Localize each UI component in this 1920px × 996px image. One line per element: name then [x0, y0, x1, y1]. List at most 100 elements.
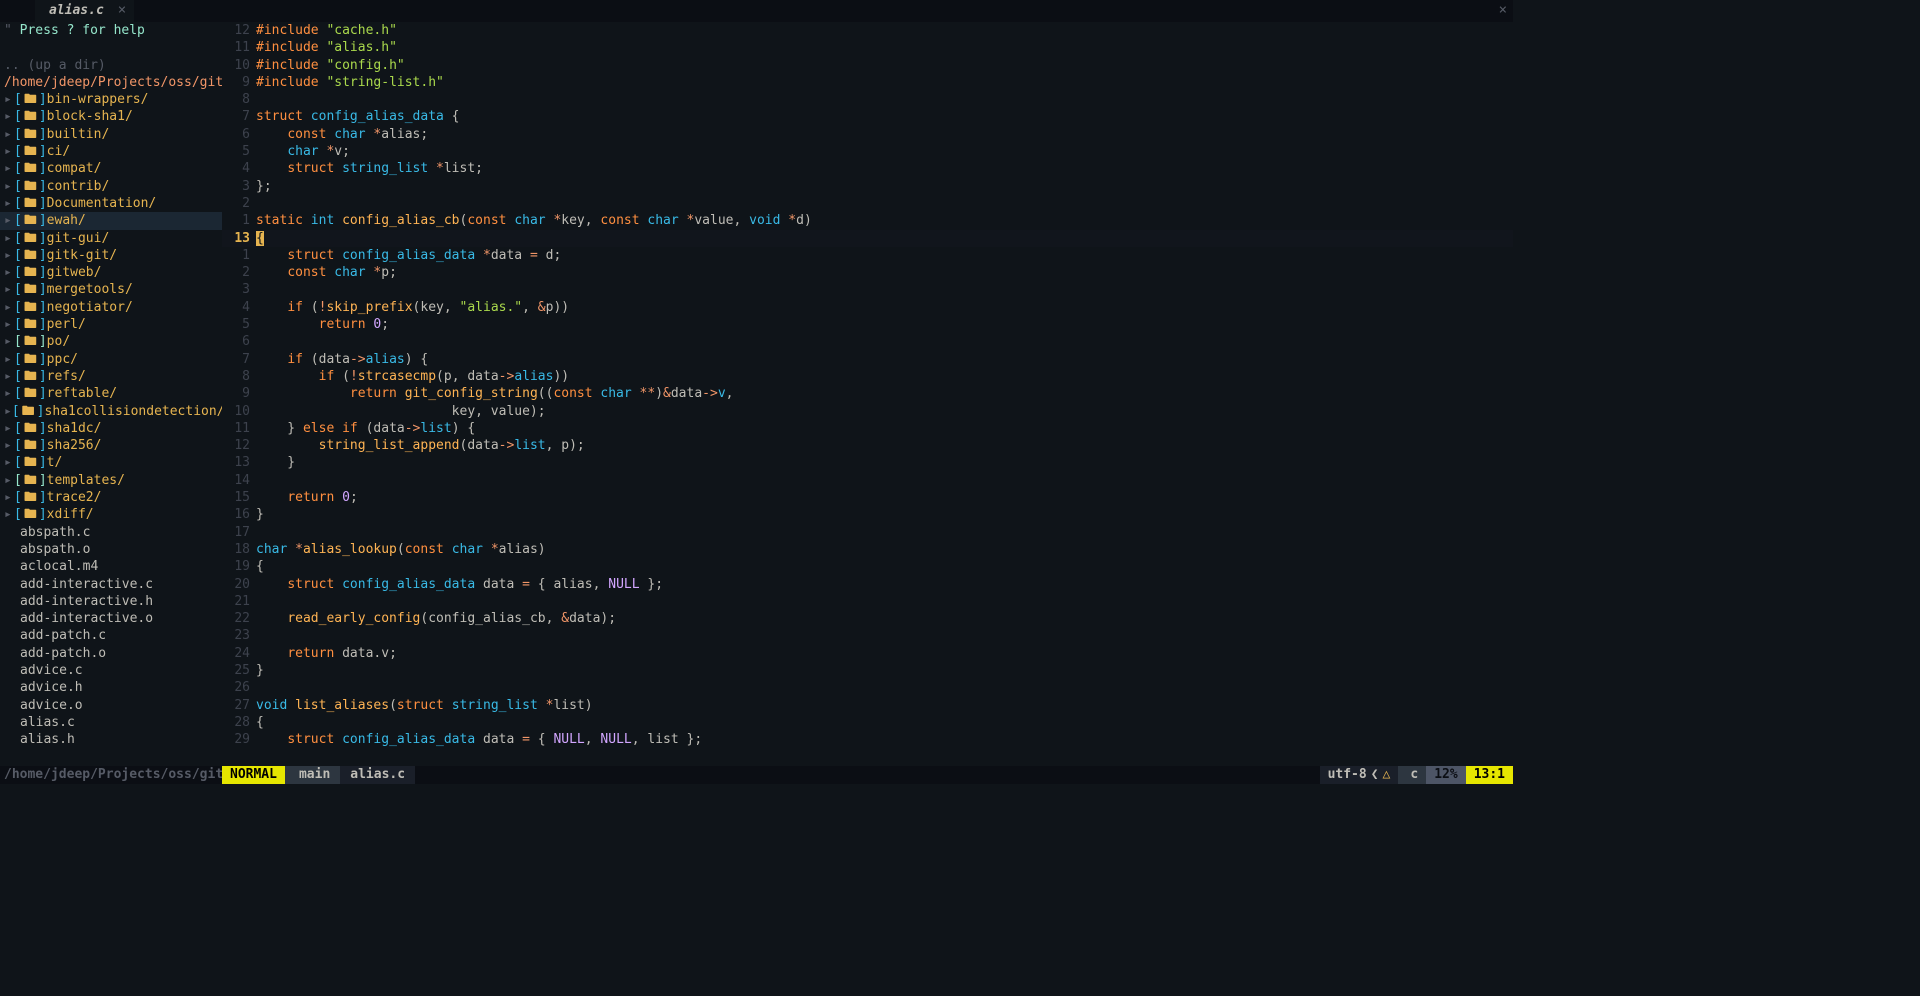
code-line[interactable]: 8	[222, 91, 1513, 108]
expand-arrow-icon[interactable]: ▸	[4, 143, 14, 160]
up-directory[interactable]: .. (up a dir)	[0, 57, 222, 74]
tab-current[interactable]: alias.c ×	[35, 0, 134, 22]
code-line[interactable]: 17	[222, 524, 1513, 541]
code-line[interactable]: 7 if (data->alias) {	[222, 351, 1513, 368]
tree-file[interactable]: add-interactive.c	[0, 576, 222, 593]
expand-arrow-icon[interactable]: ▸	[4, 351, 14, 368]
code-line[interactable]: 2	[222, 195, 1513, 212]
code-line[interactable]: 1static int config_alias_cb(const char *…	[222, 212, 1513, 229]
code-line[interactable]: 19{	[222, 558, 1513, 575]
expand-arrow-icon[interactable]: ▸	[4, 489, 14, 506]
code-line[interactable]: 9 return git_config_string((const char *…	[222, 385, 1513, 402]
window-close-icon[interactable]: ×	[1499, 2, 1507, 19]
tree-folder[interactable]: ▸ [ 🖿 ]compat/	[0, 160, 222, 177]
code-line[interactable]: 11#include "alias.h"	[222, 39, 1513, 56]
code-line[interactable]: 13 }	[222, 454, 1513, 471]
tree-folder[interactable]: ▸ [ 🖿 ]gitk-git/	[0, 247, 222, 264]
code-line[interactable]: 28{	[222, 714, 1513, 731]
tree-folder[interactable]: ▸ [ 🖿 ]Documentation/	[0, 195, 222, 212]
tree-folder[interactable]: ▸ [ 🖿 ]gitweb/	[0, 264, 222, 281]
tree-folder[interactable]: ▸ [ 🖿 ]trace2/	[0, 489, 222, 506]
tree-folder[interactable]: ▸ [ 🖿 ]xdiff/	[0, 506, 222, 523]
code-line[interactable]: 25}	[222, 662, 1513, 679]
expand-arrow-icon[interactable]: ▸	[4, 178, 14, 195]
code-line[interactable]: 11 } else if (data->list) {	[222, 420, 1513, 437]
code-editor[interactable]: 12#include "cache.h"11#include "alias.h"…	[222, 22, 1513, 766]
code-line[interactable]: 15 return 0;	[222, 489, 1513, 506]
tree-folder[interactable]: ▸ [ 🖿 ]bin-wrappers/	[0, 91, 222, 108]
code-line[interactable]: 20 struct config_alias_data data = { ali…	[222, 576, 1513, 593]
tree-folder[interactable]: ▸ [ 🖿 ]sha1dc/	[0, 420, 222, 437]
code-line[interactable]: 6	[222, 333, 1513, 350]
code-line[interactable]: 14	[222, 472, 1513, 489]
code-line[interactable]: 8 if (!strcasecmp(p, data->alias))	[222, 368, 1513, 385]
code-line[interactable]: 29 struct config_alias_data data = { NUL…	[222, 731, 1513, 748]
tree-file[interactable]: advice.h	[0, 679, 222, 696]
expand-arrow-icon[interactable]: ▸	[4, 333, 14, 350]
tree-file[interactable]: add-patch.c	[0, 627, 222, 644]
expand-arrow-icon[interactable]: ▸	[4, 126, 14, 143]
tree-folder[interactable]: ▸ [ 🖿 ]block-sha1/	[0, 108, 222, 125]
code-line[interactable]: 4 if (!skip_prefix(key, "alias.", &p))	[222, 299, 1513, 316]
file-tree-sidebar[interactable]: " Press ? for help .. (up a dir) /home/j…	[0, 22, 222, 766]
tree-folder[interactable]: ▸ [ 🖿 ]refs/	[0, 368, 222, 385]
tree-file[interactable]: advice.c	[0, 662, 222, 679]
expand-arrow-icon[interactable]: ▸	[4, 472, 14, 489]
expand-arrow-icon[interactable]: ▸	[4, 212, 14, 229]
expand-arrow-icon[interactable]: ▸	[4, 247, 14, 264]
code-line[interactable]: 6 const char *alias;	[222, 126, 1513, 143]
code-line[interactable]: 9#include "string-list.h"	[222, 74, 1513, 91]
code-line[interactable]: 27void list_aliases(struct string_list *…	[222, 697, 1513, 714]
code-line[interactable]: 3	[222, 281, 1513, 298]
code-line[interactable]: 21	[222, 593, 1513, 610]
code-line[interactable]: 24 return data.v;	[222, 645, 1513, 662]
code-line[interactable]: 13{	[222, 230, 1513, 247]
expand-arrow-icon[interactable]: ▸	[4, 299, 14, 316]
expand-arrow-icon[interactable]: ▸	[4, 454, 14, 471]
code-line[interactable]: 12#include "cache.h"	[222, 22, 1513, 39]
tab-close-icon[interactable]: ×	[118, 2, 126, 19]
expand-arrow-icon[interactable]: ▸	[4, 403, 12, 420]
code-line[interactable]: 1 struct config_alias_data *data = d;	[222, 247, 1513, 264]
code-line[interactable]: 3};	[222, 178, 1513, 195]
expand-arrow-icon[interactable]: ▸	[4, 368, 14, 385]
code-line[interactable]: 16}	[222, 506, 1513, 523]
expand-arrow-icon[interactable]: ▸	[4, 195, 14, 212]
expand-arrow-icon[interactable]: ▸	[4, 91, 14, 108]
code-line[interactable]: 7struct config_alias_data {	[222, 108, 1513, 125]
expand-arrow-icon[interactable]: ▸	[4, 230, 14, 247]
code-line[interactable]: 5 char *v;	[222, 143, 1513, 160]
code-line[interactable]: 22 read_early_config(config_alias_cb, &d…	[222, 610, 1513, 627]
tree-folder[interactable]: ▸ [ 🖿 ]reftable/	[0, 385, 222, 402]
code-line[interactable]: 5 return 0;	[222, 316, 1513, 333]
tree-folder[interactable]: ▸ [ 🖿 ]ppc/	[0, 351, 222, 368]
tree-folder[interactable]: ▸ [ 🖿 ]ci/	[0, 143, 222, 160]
tree-folder[interactable]: ▸ [ 🖿 ]mergetools/	[0, 281, 222, 298]
tree-folder[interactable]: ▸ [ 🖿 ]sha1collisiondetection/	[0, 403, 222, 420]
tree-file[interactable]: abspath.o	[0, 541, 222, 558]
tree-folder[interactable]: ▸ [ 🖿 ]git-gui/	[0, 230, 222, 247]
tree-file[interactable]: aclocal.m4	[0, 558, 222, 575]
code-line[interactable]: 18char *alias_lookup(const char *alias)	[222, 541, 1513, 558]
code-line[interactable]: 23	[222, 627, 1513, 644]
expand-arrow-icon[interactable]: ▸	[4, 264, 14, 281]
tree-folder[interactable]: ▸ [ 🖿 ]sha256/	[0, 437, 222, 454]
tree-folder[interactable]: ▸ [ 🖿 ]negotiator/	[0, 299, 222, 316]
expand-arrow-icon[interactable]: ▸	[4, 420, 14, 437]
tree-folder[interactable]: ▸ [ 🖿 ]ewah/	[0, 212, 222, 229]
tree-file[interactable]: add-interactive.h	[0, 593, 222, 610]
tree-folder[interactable]: ▸ [ 🖿 ]perl/	[0, 316, 222, 333]
expand-arrow-icon[interactable]: ▸	[4, 281, 14, 298]
tree-file[interactable]: add-interactive.o	[0, 610, 222, 627]
expand-arrow-icon[interactable]: ▸	[4, 437, 14, 454]
tree-folder[interactable]: ▸ [ 🖿 ]templates/	[0, 472, 222, 489]
code-line[interactable]: 26	[222, 679, 1513, 696]
tree-folder[interactable]: ▸ [ 🖿 ]builtin/	[0, 126, 222, 143]
code-line[interactable]: 10#include "config.h"	[222, 57, 1513, 74]
expand-arrow-icon[interactable]: ▸	[4, 506, 14, 523]
tree-folder[interactable]: ▸ [ 🖿 ]po/	[0, 333, 222, 350]
code-line[interactable]: 2 const char *p;	[222, 264, 1513, 281]
expand-arrow-icon[interactable]: ▸	[4, 108, 14, 125]
expand-arrow-icon[interactable]: ▸	[4, 160, 14, 177]
tree-file[interactable]: abspath.c	[0, 524, 222, 541]
